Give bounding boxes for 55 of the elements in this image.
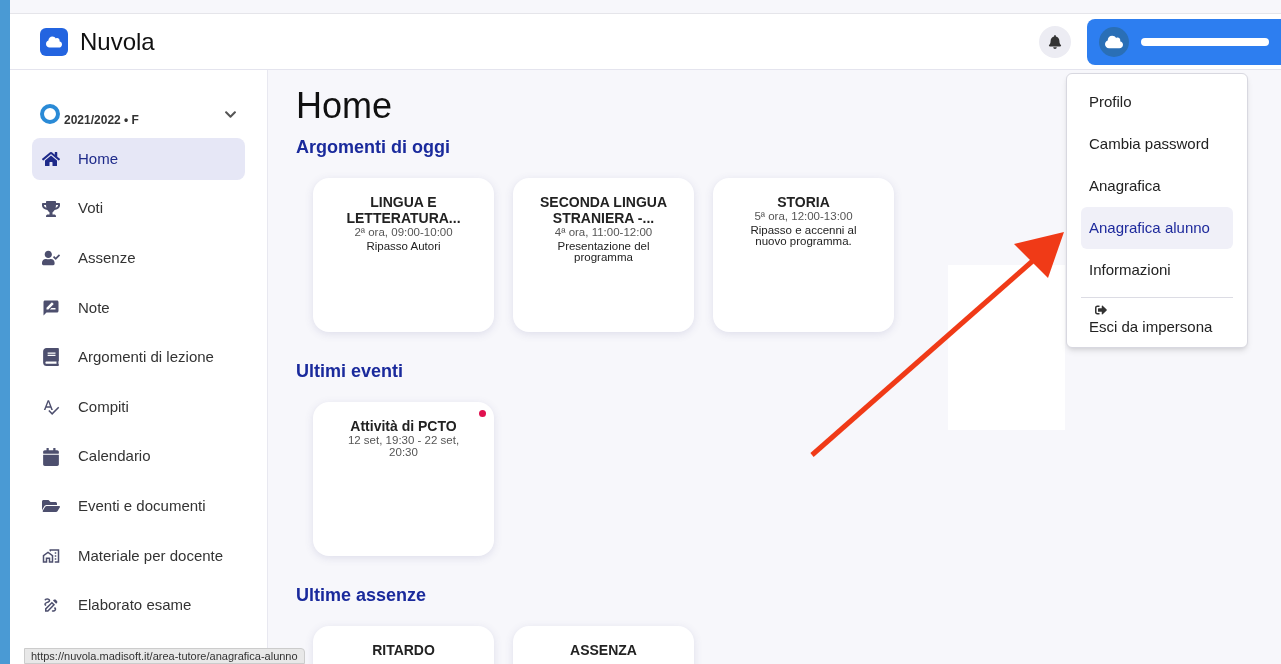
- sidebar-item[interactable]: Materiale per docente: [32, 534, 245, 577]
- lesson-card[interactable]: RITARDO: [313, 626, 494, 664]
- avatar-icon: [1099, 26, 1129, 57]
- card-time: 4ª ora, 11:00-12:00: [553, 226, 654, 238]
- lesson-card[interactable]: Attività di PCTO 12 set, 19:30 - 22 set, 20:30: [313, 402, 494, 556]
- school-ring-icon: [40, 104, 60, 124]
- card-title: Attività di PCTO: [349, 418, 458, 434]
- card-title: SECONDA LINGUA STRANIERA -...: [538, 194, 668, 226]
- section-heading: Ultimi eventi: [296, 360, 404, 383]
- card-title: LINGUA E LETTERATURA...: [345, 194, 462, 226]
- section-heading: Ultime assenze: [296, 584, 427, 607]
- sign-out-icon: [1095, 304, 1107, 316]
- sidebar-item[interactable]: Voti: [32, 187, 245, 230]
- exit-menu-item[interactable]: Esci da impersona: [1081, 304, 1233, 340]
- menu-item[interactable]: Anagrafica: [1081, 165, 1233, 207]
- app-name: Nuvola: [80, 26, 155, 57]
- menu-item[interactable]: Anagrafica alunno: [1081, 207, 1233, 249]
- page-title: Home: [296, 84, 393, 128]
- house-icon: [40, 546, 62, 565]
- cloud-logo-icon: [40, 27, 68, 56]
- trophy-icon: [40, 199, 62, 218]
- card-description: Ripasso Autori: [365, 241, 442, 252]
- user-check-icon: [40, 249, 62, 268]
- lesson-card[interactable]: ASSENZA: [513, 626, 694, 664]
- calendar-icon: [40, 447, 62, 466]
- sidebar-item[interactable]: Compiti: [32, 385, 245, 428]
- menu-item[interactable]: Informazioni: [1081, 249, 1233, 291]
- card-time: 2ª ora, 09:00-10:00: [353, 226, 454, 238]
- menu-item[interactable]: Profilo: [1081, 81, 1233, 123]
- sidebar-item[interactable]: Eventi e documenti: [32, 485, 245, 528]
- card-time: 12 set, 19:30 - 22 set, 20:30: [346, 434, 461, 458]
- card-description: Ripasso e accenni al nuovo programma.: [749, 225, 858, 247]
- sidebar-item[interactable]: Assenze: [32, 237, 245, 280]
- sidebar-item[interactable]: Note: [32, 286, 245, 329]
- sidebar-item[interactable]: Argomenti di lezione: [32, 336, 245, 379]
- notification-bell-button[interactable]: [1039, 25, 1071, 58]
- card-title: STORIA: [776, 194, 831, 210]
- lesson-card[interactable]: LINGUA E LETTERATURA... 2ª ora, 09:00-10:00 Ripasso Autori: [313, 178, 494, 332]
- menu-item[interactable]: Cambia password: [1081, 123, 1233, 165]
- sidebar-item[interactable]: Calendario: [32, 435, 245, 478]
- card-title: RITARDO: [371, 642, 436, 658]
- school-year: 2021/2022 • F: [64, 112, 139, 129]
- house-icon: [40, 150, 62, 168]
- sidebar-item[interactable]: Home: [32, 138, 245, 180]
- sidebar-item[interactable]: Elaborato esame: [32, 584, 245, 627]
- card-title: ASSENZA: [569, 642, 638, 658]
- card-time: 5ª ora, 12:00-13:00: [753, 210, 854, 222]
- status-bar-url: https://nuvola.madisoft.it/area-tutore/anagrafica-alunno: [24, 648, 305, 664]
- book-icon: [40, 348, 62, 367]
- lesson-card[interactable]: SECONDA LINGUA STRANIERA -... 4ª ora, 11:00-12:00 Presentazione del programma: [513, 178, 694, 332]
- lesson-card[interactable]: STORIA 5ª ora, 12:00-13:00 Ripasso e accenni al nuovo programma.: [713, 178, 894, 332]
- user-menu-button[interactable]: [1087, 18, 1281, 65]
- card-description: Presentazione del programma: [556, 241, 651, 263]
- bell-icon: [1048, 34, 1062, 49]
- section-heading: Argomenti di oggi: [296, 136, 450, 159]
